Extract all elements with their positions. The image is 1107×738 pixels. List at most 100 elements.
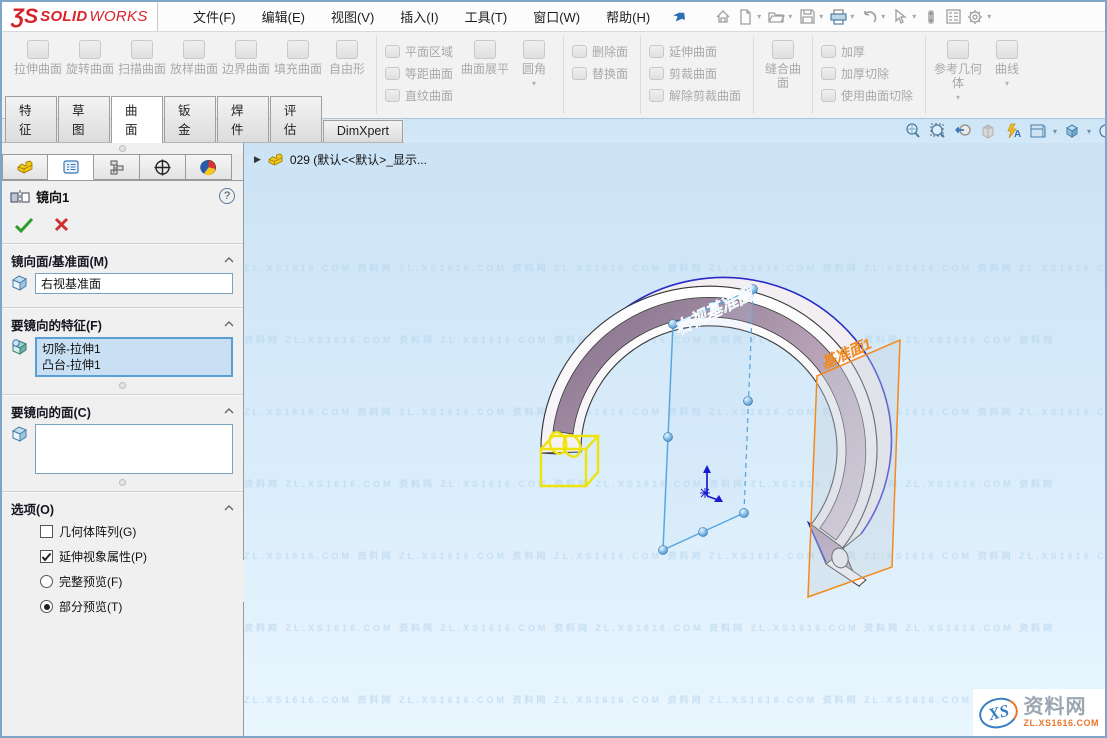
ribbon-button-flatten-surface[interactable]: 曲面展平 (459, 36, 511, 76)
ribbon-button-swept-surface[interactable]: 扫描曲面 (116, 36, 168, 76)
collapse-chevron-icon[interactable] (224, 505, 234, 511)
new-file-icon[interactable] (735, 7, 755, 27)
select-dropdown[interactable]: ▾ (912, 12, 916, 21)
display-style-dropdown[interactable]: ▾ (1087, 127, 1091, 136)
option-geometry-pattern[interactable]: 几何体阵列(G) (2, 519, 243, 544)
ribbon-button-freeform[interactable]: 自由形 (324, 36, 370, 76)
save-icon[interactable] (797, 7, 817, 27)
ribbon-button-thicken[interactable]: 加厚 (819, 42, 919, 60)
blue-mirror-plane[interactable]: 右视基准面 (659, 283, 759, 555)
print-icon[interactable] (828, 7, 848, 27)
menu-view[interactable]: 视图(V) (318, 2, 387, 31)
ribbon-button-planar-surface[interactable]: 平面区域 (383, 42, 459, 60)
display-style-icon[interactable] (1061, 121, 1083, 142)
menu-help[interactable]: 帮助(H) (593, 2, 663, 31)
menu-file[interactable]: 文件(F) (180, 2, 249, 31)
collapse-chevron-icon[interactable] (224, 408, 234, 414)
pin-menu-icon[interactable] (665, 1, 694, 32)
options-gear-icon[interactable] (965, 7, 985, 27)
menu-tools[interactable]: 工具(T) (452, 2, 521, 31)
open-file-icon[interactable] (766, 7, 786, 27)
toggle-icon[interactable] (921, 7, 941, 27)
list-item[interactable]: 凸台-拉伸1 (42, 357, 226, 373)
undo-dropdown[interactable]: ▾ (881, 12, 885, 21)
home-icon[interactable] (713, 7, 733, 27)
annotation-views-icon[interactable]: A (1002, 121, 1024, 142)
ok-button[interactable] (14, 217, 34, 233)
graphics-viewport[interactable]: ZL.XS1616.COM 资料网 ZL.XS1616.COM 资料网 ZL.X… (244, 143, 1105, 736)
zoom-to-area-icon[interactable] (927, 121, 949, 142)
ribbon-button-filled-surface[interactable]: 填充曲面 (272, 36, 324, 76)
cancel-button[interactable] (54, 217, 69, 232)
save-dropdown[interactable]: ▾ (819, 12, 823, 21)
previous-view-icon[interactable] (952, 121, 974, 142)
view-orientation-dropdown[interactable]: ▾ (1053, 127, 1057, 136)
tab-configuration-manager[interactable] (94, 154, 140, 180)
zoom-to-fit-icon[interactable] (902, 121, 924, 142)
tab-weldments[interactable]: 焊件 (217, 96, 269, 142)
ribbon-button-replace-face[interactable]: 替换面 (570, 64, 634, 82)
collapse-chevron-icon[interactable] (224, 257, 234, 263)
ribbon-button-lofted-surface[interactable]: 放样曲面 (168, 36, 220, 76)
model-canvas[interactable]: 基准面1 (244, 143, 1105, 736)
ribbon-button-revolved-surface[interactable]: 旋转曲面 (64, 36, 116, 76)
help-button[interactable]: ? (219, 188, 235, 204)
option-full-preview[interactable]: 完整预览(F) (2, 569, 243, 594)
new-file-dropdown[interactable]: ▾ (757, 12, 761, 21)
panel-splitter-handle[interactable] (2, 143, 243, 154)
ribbon-button-extend-surface[interactable]: 延伸曲面 (647, 42, 747, 60)
ribbon-button-cut-with-surface[interactable]: 使用曲面切除 (819, 86, 919, 104)
orange-reference-plane[interactable]: 基准面1 (808, 335, 900, 597)
ribbon-button-curves[interactable]: 曲线▾ (984, 36, 1030, 88)
tab-features[interactable]: 特征 (5, 96, 57, 142)
tab-sheet-metal[interactable]: 钣金 (164, 96, 216, 142)
section-mirror-plane[interactable]: 镜向面/基准面(M) (2, 249, 243, 271)
ribbon-button-reference-geometry[interactable]: 参考几何体▾ (932, 36, 984, 102)
radio-unselected[interactable] (40, 575, 53, 588)
section-view-icon[interactable] (977, 121, 999, 142)
collapse-chevron-icon[interactable] (224, 321, 234, 327)
tab-dimxpert-manager[interactable] (140, 154, 186, 180)
hide-show-items-icon[interactable] (1095, 121, 1105, 142)
tab-feature-tree[interactable] (2, 154, 48, 180)
tab-display-manager[interactable] (186, 154, 232, 180)
option-propagate-visual-properties[interactable]: 延伸视象属性(P) (2, 544, 243, 569)
ribbon-button-fillet[interactable]: 圆角▾ (511, 36, 557, 88)
curves-dropdown[interactable]: ▾ (1005, 79, 1009, 88)
list-resize-grip[interactable] (119, 479, 126, 486)
properties-icon[interactable] (943, 7, 963, 27)
ribbon-button-thickened-cut[interactable]: 加厚切除 (819, 64, 919, 82)
section-options[interactable]: 选项(O) (2, 497, 243, 519)
ribbon-button-ruled-surface[interactable]: 直纹曲面 (383, 86, 459, 104)
ribbon-button-offset-surface[interactable]: 等距曲面 (383, 64, 459, 82)
faces-to-mirror-list[interactable] (35, 424, 233, 474)
ribbon-button-untrim-surface[interactable]: 解除剪裁曲面 (647, 86, 747, 104)
ribbon-button-extruded-surface[interactable]: 拉伸曲面 (12, 36, 64, 76)
options-dropdown[interactable]: ▾ (987, 12, 991, 21)
radio-selected[interactable] (40, 600, 53, 613)
tab-surfaces[interactable]: 曲面 (111, 96, 163, 143)
list-resize-grip[interactable] (119, 382, 126, 389)
fillet-dropdown[interactable]: ▾ (532, 79, 536, 88)
section-faces-to-mirror[interactable]: 要镜向的面(C) (2, 400, 243, 422)
ribbon-button-boundary-surface[interactable]: 边界曲面 (220, 36, 272, 76)
tab-property-manager[interactable] (48, 154, 94, 180)
checkbox-unchecked[interactable] (40, 525, 53, 538)
ribbon-button-knit-surface[interactable]: 缝合曲面 (760, 36, 806, 90)
mirror-plane-field[interactable]: 右视基准面 (35, 273, 233, 294)
ribbon-button-delete-face[interactable]: 删除面 (570, 42, 634, 60)
menu-insert[interactable]: 插入(I) (387, 2, 451, 31)
checkbox-checked[interactable] (40, 550, 53, 563)
menu-window[interactable]: 窗口(W) (520, 2, 593, 31)
menu-edit[interactable]: 编辑(E) (249, 2, 318, 31)
list-item[interactable]: 切除-拉伸1 (42, 341, 226, 357)
tab-evaluate[interactable]: 评估 (270, 96, 322, 142)
ribbon-button-trim-surface[interactable]: 剪裁曲面 (647, 64, 747, 82)
view-orientation-icon[interactable] (1027, 121, 1049, 142)
print-dropdown[interactable]: ▾ (850, 12, 854, 21)
select-cursor-icon[interactable] (890, 7, 910, 27)
tab-sketch[interactable]: 草图 (58, 96, 110, 142)
option-partial-preview[interactable]: 部分预览(T) (2, 594, 243, 619)
tab-dimxpert[interactable]: DimXpert (323, 120, 403, 142)
reference-geometry-dropdown[interactable]: ▾ (956, 93, 960, 102)
